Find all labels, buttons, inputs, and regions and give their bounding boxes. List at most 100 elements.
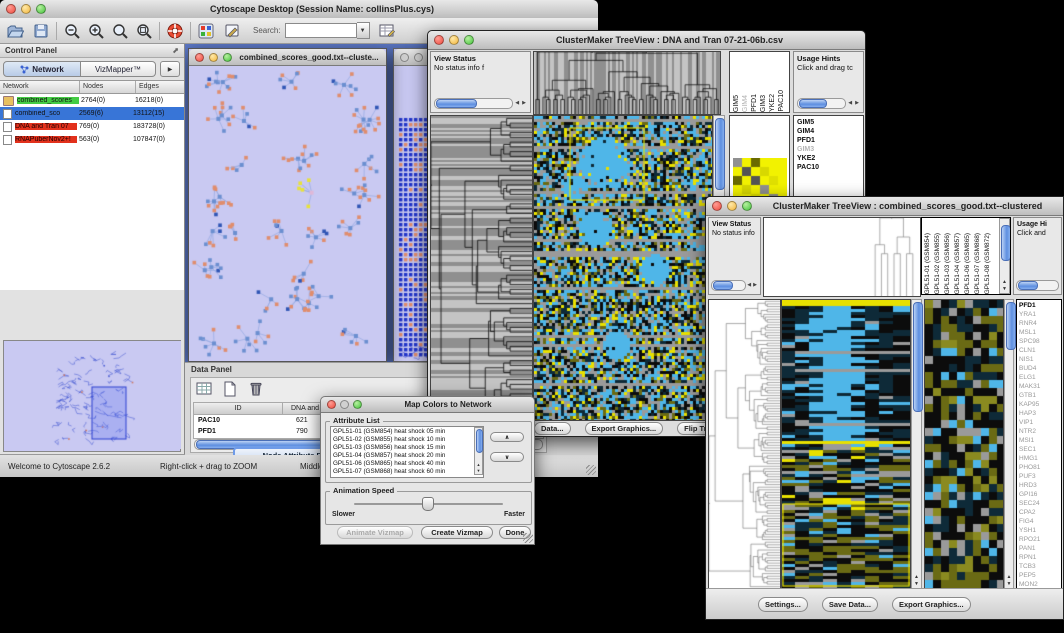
gene-label[interactable]: RNR4 <box>1019 319 1061 328</box>
minimize-button[interactable] <box>340 400 349 409</box>
gene-label[interactable]: YRA1 <box>1019 310 1061 319</box>
dialog-titlebar[interactable]: Map Colors to Network <box>321 397 534 413</box>
vizmap-icon[interactable] <box>197 22 215 40</box>
tab-network[interactable]: Network <box>3 61 81 77</box>
scroll-right-icon[interactable]: ▶ <box>753 281 758 290</box>
col-network[interactable]: Network <box>0 81 80 93</box>
tv1-heatmap[interactable] <box>533 115 713 421</box>
network-row[interactable]: combined_sco 2569(6) 13112(15) <box>0 107 184 120</box>
attribute-item[interactable]: GPL51-03 (GSM856) heat shock 15 min <box>333 444 481 452</box>
gene-label[interactable]: MSI1 <box>1019 436 1061 445</box>
attribute-item[interactable]: GPL51-02 (GSM855) heat shock 10 min <box>333 436 481 444</box>
new-page-icon[interactable] <box>221 380 239 398</box>
main-titlebar[interactable]: Cytoscape Desktop (Session Name: collins… <box>0 0 598 19</box>
treeview2-titlebar[interactable]: ClusterMaker TreeView : combined_scores_… <box>706 197 1063 216</box>
zoom-button[interactable] <box>464 35 474 45</box>
tv1-status-hscrollbar[interactable] <box>434 98 513 109</box>
treeview1-titlebar[interactable]: ClusterMaker TreeView : DNA and Tran 07-… <box>428 31 865 50</box>
tv2-action-button[interactable]: Save Data... <box>822 597 878 612</box>
scroll-down-icon[interactable]: ▼ <box>475 468 482 473</box>
float-panel-icon[interactable]: ⬈ <box>172 46 179 55</box>
scroll-down-icon[interactable]: ▼ <box>1005 581 1013 587</box>
gene-label[interactable]: SEC1 <box>1019 445 1061 454</box>
sample-column-label[interactable]: GPL51-03 (GSM856) <box>943 233 953 294</box>
scroll-up-icon[interactable]: ▲ <box>1000 279 1009 285</box>
column-label[interactable]: GIM3 <box>759 95 768 112</box>
gene-label[interactable]: HMG1 <box>1019 454 1061 463</box>
search-input[interactable] <box>285 23 357 38</box>
tv2-heatmap[interactable] <box>781 299 911 589</box>
gene-label[interactable]: HRD3 <box>1019 481 1061 490</box>
gene-label[interactable]: PAN1 <box>1019 544 1061 553</box>
gene-label[interactable]: YSH1 <box>1019 526 1061 535</box>
sample-column-label[interactable]: GPL51-04 (GSM857) <box>953 233 963 294</box>
scroll-down-icon[interactable]: ▼ <box>1000 286 1009 292</box>
tv2-labels-vscrollbar[interactable]: ▲ ▼ <box>999 218 1010 294</box>
tv2-heatmap-vscrollbar[interactable]: ▲ ▼ <box>911 299 922 589</box>
zoom-button[interactable] <box>36 4 46 14</box>
tv2-zoom-vscrollbar[interactable]: ▲ ▼ <box>1004 299 1014 589</box>
speed-slider-thumb[interactable] <box>422 497 434 511</box>
gene-label[interactable]: MSL1 <box>1019 328 1061 337</box>
attribute-item[interactable]: GPL51-06 (GSM865) heat shock 40 min <box>333 460 481 468</box>
search-dropdown-arrow[interactable]: ▼ <box>357 22 370 39</box>
attribute-editor-icon[interactable] <box>378 22 396 40</box>
animate-vizmap-button[interactable]: Animate Vizmap <box>337 526 413 539</box>
attribute-item[interactable]: GPL51-07 (GSM868) heat shock 60 min <box>333 468 481 476</box>
tv2-status-hscrollbar[interactable] <box>711 280 746 291</box>
scroll-left-icon[interactable]: ◀ <box>747 281 752 290</box>
zoom-button[interactable] <box>353 400 362 409</box>
attribute-list-vscrollbar[interactable]: ▲ ▼ <box>474 427 483 475</box>
close-button[interactable] <box>400 53 409 62</box>
scroll-left-icon[interactable]: ◀ <box>515 99 520 108</box>
network-window1-titlebar[interactable]: combined_scores_good.txt--cluste... <box>189 49 386 66</box>
gene-label[interactable]: NIS1 <box>1019 355 1061 364</box>
help-lifering-icon[interactable] <box>166 22 184 40</box>
tv1-row-dendrogram[interactable] <box>430 115 533 421</box>
tv1-hints-hscrollbar[interactable] <box>797 98 846 109</box>
tv2-hints-hscrollbar[interactable] <box>1016 280 1059 291</box>
column-label[interactable]: GIM5 <box>732 95 741 112</box>
minimize-button[interactable] <box>449 35 459 45</box>
window-controls[interactable] <box>6 4 46 14</box>
create-vizmap-button[interactable]: Create Vizmap <box>421 526 493 539</box>
table-icon[interactable] <box>195 380 213 398</box>
sample-column-label[interactable]: GPL51-01 (GSM854) <box>923 233 933 294</box>
row-label[interactable]: GIM4 <box>797 127 863 136</box>
close-button[interactable] <box>6 4 16 14</box>
gene-label[interactable]: VIP1 <box>1019 418 1061 427</box>
open-icon[interactable] <box>6 22 24 40</box>
gene-label[interactable]: CLN1 <box>1019 346 1061 355</box>
gene-label[interactable]: TCB3 <box>1019 562 1061 571</box>
more-tabs-button[interactable]: ▶ <box>160 61 180 77</box>
zoom-in-icon[interactable] <box>87 22 105 40</box>
gene-label[interactable]: SEC24 <box>1019 499 1061 508</box>
sample-column-label[interactable]: GPL51-02 (GSM855) <box>933 233 943 294</box>
zoom-button[interactable] <box>223 53 232 62</box>
gene-label[interactable]: KAP95 <box>1019 400 1061 409</box>
tv2-row-dendrogram[interactable] <box>708 299 781 589</box>
close-button[interactable] <box>195 53 204 62</box>
gene-label[interactable]: GPI16 <box>1019 490 1061 499</box>
gene-label[interactable]: RPN1 <box>1019 553 1061 562</box>
close-button[interactable] <box>434 35 444 45</box>
gene-label[interactable]: GTB1 <box>1019 391 1061 400</box>
row-label[interactable]: YKE2 <box>797 154 863 163</box>
gene-label[interactable]: RPO21 <box>1019 535 1061 544</box>
scroll-up-icon[interactable]: ▲ <box>475 462 482 467</box>
scroll-up-icon[interactable]: ▲ <box>912 574 921 580</box>
gene-label[interactable]: PHO81 <box>1019 463 1061 472</box>
column-label[interactable]: PFD1 <box>750 94 759 112</box>
tv2-action-button[interactable]: Export Graphics... <box>892 597 971 612</box>
gene-label[interactable]: PUF3 <box>1019 472 1061 481</box>
move-up-button[interactable]: ∧ <box>490 432 524 442</box>
col-id[interactable]: ID <box>194 403 283 414</box>
col-edges[interactable]: Edges <box>136 81 184 93</box>
gene-label[interactable]: SPC98 <box>1019 337 1061 346</box>
row-label[interactable]: PAC10 <box>797 163 863 172</box>
scroll-left-icon[interactable]: ◀ <box>848 99 853 108</box>
minimize-button[interactable] <box>21 4 31 14</box>
tv1-column-dendrogram[interactable] <box>533 51 721 115</box>
zoom-out-icon[interactable] <box>63 22 81 40</box>
birdseye-view[interactable] <box>3 340 181 452</box>
